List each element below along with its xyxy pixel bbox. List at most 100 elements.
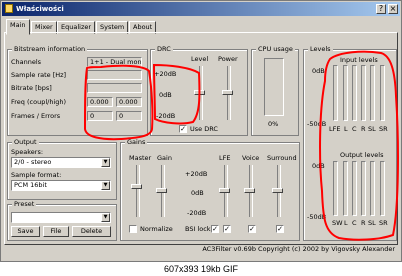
title-bar[interactable]: Właściwości ? ×	[2, 2, 400, 16]
tab-main[interactable]: Main	[6, 19, 30, 35]
output-channel-r: R	[361, 219, 366, 227]
drc-power-slider[interactable]	[222, 90, 233, 95]
normalize-label: Normalize	[140, 225, 173, 233]
speakers-value: 2/0 - stereo	[14, 158, 52, 166]
lfe-lock-checkbox[interactable]: ✓	[223, 225, 231, 233]
sample-format-value: PCM 16bit	[14, 181, 47, 189]
input-channel-r: R	[361, 125, 366, 133]
errors-field: 0	[116, 111, 142, 121]
gain-label: Gain	[157, 154, 172, 162]
bitstream-group: Bitstream information Channels 1+1 - Dua…	[7, 45, 148, 136]
input-level-bar	[361, 65, 366, 121]
close-button[interactable]: ×	[388, 4, 398, 14]
preset-group: Preset ▼ Save File Delete	[7, 200, 117, 241]
cpu-title: CPU usage	[256, 45, 295, 53]
input-channel-c: C	[352, 125, 357, 133]
channels-field: 1+1 - Dual mono	[87, 57, 142, 67]
drc-power-label: Power	[218, 55, 238, 63]
channels-label: Channels	[11, 58, 42, 66]
surround-lock-checkbox[interactable]: ✓	[276, 225, 284, 233]
status-bar: AC3Filter v0.69b Copyright (c) 2002 by V…	[3, 244, 399, 255]
input-channel-sl: SL	[368, 125, 376, 133]
lfe-slider[interactable]	[219, 188, 230, 193]
output-channel-c: C	[352, 219, 357, 227]
output-level-bar	[361, 161, 366, 216]
speakers-select[interactable]: 2/0 - stereo ▼	[11, 157, 111, 168]
master-track	[136, 165, 140, 217]
output-title: Output	[12, 138, 39, 146]
output-level-bar	[333, 161, 338, 216]
cpu-meter	[264, 58, 284, 116]
input-level-bar	[370, 65, 375, 121]
output-scale-top: 0dB	[312, 162, 325, 170]
help-button[interactable]: ?	[376, 4, 386, 14]
output-channel-sl: SL	[368, 219, 376, 227]
frames-field: 0	[87, 111, 113, 121]
speakers-label: Speakers:	[11, 148, 44, 156]
chevron-down-icon[interactable]: ▼	[101, 181, 110, 190]
save-button[interactable]: Save	[11, 226, 40, 237]
input-level-bar	[343, 65, 348, 121]
bitrate-label: Bitrate [bps]	[11, 84, 52, 92]
lfe-label: LFE	[219, 154, 231, 162]
input-level-bar	[352, 65, 357, 121]
bitrate-field	[87, 83, 142, 93]
drc-title: DRC	[155, 45, 173, 53]
gains-scale-bottom: -20dB	[187, 209, 207, 217]
drc-level-label: Level	[191, 55, 209, 63]
master-slider[interactable]	[131, 184, 142, 189]
input-channel-lfe: LFE	[329, 125, 341, 133]
output-level-bar	[352, 161, 357, 216]
gains-title: Gains	[125, 138, 148, 146]
input-channel-l: L	[344, 125, 348, 133]
use-drc-checkbox[interactable]: ✓	[179, 125, 187, 133]
app-icon	[5, 4, 13, 13]
normalize-checkbox[interactable]	[129, 225, 137, 233]
voice-label: Voice	[242, 154, 260, 162]
preset-select[interactable]: ▼	[11, 212, 111, 223]
chevron-down-icon[interactable]: ▼	[101, 213, 110, 222]
preset-title: Preset	[12, 200, 37, 208]
bsi-lock-label: BSI lock:	[185, 225, 213, 233]
bsi-lock-checkbox[interactable]: ✓	[211, 225, 219, 233]
freq-high-field: 0.000	[116, 97, 142, 107]
input-level-bar	[333, 65, 338, 121]
voice-slider[interactable]	[244, 188, 255, 193]
freq-coupling-field: 0.000	[87, 97, 113, 107]
levels-title: Levels	[308, 45, 333, 53]
surround-label: Surround	[267, 154, 297, 162]
output-channel-l: L	[344, 219, 348, 227]
drc-scale-top: +20dB	[154, 70, 177, 78]
output-level-bar	[380, 161, 385, 216]
gain-slider[interactable]	[156, 188, 167, 193]
freq-label: Freq (coupl/high)	[11, 98, 67, 106]
drc-level-slider[interactable]	[194, 90, 205, 95]
image-caption: 607x393 19kb GIF	[0, 262, 402, 276]
cpu-value: 0%	[268, 120, 279, 128]
file-button[interactable]: File	[43, 226, 69, 237]
output-scale-bottom: -50dB	[307, 213, 327, 221]
input-levels-label: Input levels	[340, 56, 378, 64]
frames-label: Frames / Errors	[11, 112, 61, 120]
voice-lock-checkbox[interactable]: ✓	[248, 225, 256, 233]
delete-button[interactable]: Delete	[72, 226, 111, 237]
drc-group: DRC Level Power +20dB 0dB -20dB ✓ Use DR…	[150, 45, 248, 136]
levels-group: Levels Input levels 0dB -50dB LFE L C R …	[303, 45, 397, 241]
drc-scale-mid: 0dB	[159, 91, 172, 99]
sample-format-select[interactable]: PCM 16bit ▼	[11, 180, 111, 191]
copyright-text: AC3Filter v0.69b Copyright (c) 2002 by V…	[202, 245, 395, 253]
output-level-bar	[343, 161, 348, 216]
output-channel-sr: SR	[379, 219, 388, 227]
chevron-down-icon[interactable]: ▼	[101, 158, 110, 167]
output-level-bar	[370, 161, 375, 216]
input-scale-bottom: -50dB	[307, 120, 327, 128]
input-channel-sr: SR	[379, 125, 388, 133]
gains-group: Gains Master Gain LFE Voice Surround +20…	[120, 138, 300, 241]
use-drc-label: Use DRC	[190, 125, 218, 133]
master-label: Master	[129, 154, 152, 162]
output-group: Output Speakers: 2/0 - stereo ▼ Sample f…	[7, 138, 117, 200]
input-level-bar	[380, 65, 385, 121]
surround-slider[interactable]	[272, 188, 283, 193]
cpu-group: CPU usage 0%	[251, 45, 299, 136]
gains-scale-top: +20dB	[185, 170, 208, 178]
